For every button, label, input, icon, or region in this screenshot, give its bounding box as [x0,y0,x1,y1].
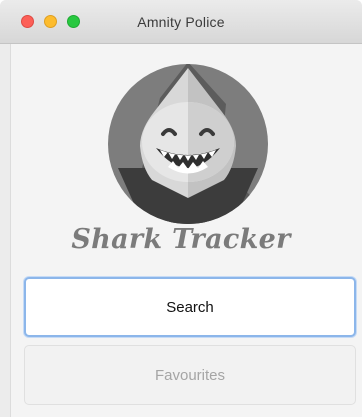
app-name-heading: Shark Tracker [71,224,291,255]
window-title: Amnity Police [137,14,225,30]
shark-logo-icon [108,64,268,224]
search-button[interactable]: Search [24,277,356,337]
app-window: Amnity Police Shark Tracker Search Favou… [0,0,362,417]
favourites-button[interactable]: Favourites [24,345,356,405]
title-bar[interactable]: Amnity Police [0,0,362,44]
